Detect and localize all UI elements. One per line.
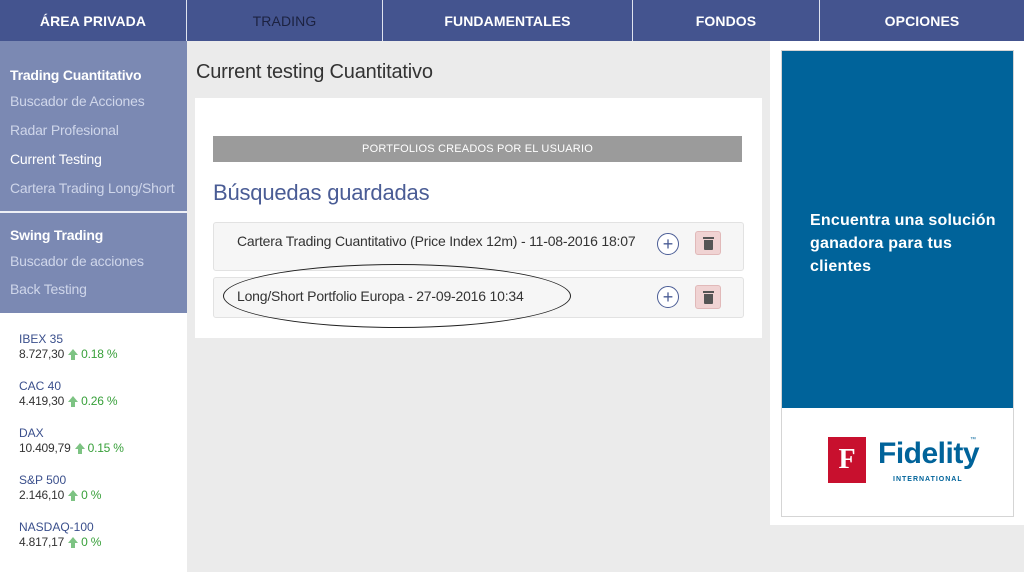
ticker-ibex35: IBEX 35 8.727,30 0.18 % [19, 332, 187, 362]
ticker-dax: DAX 10.409,79 0.15 % [19, 426, 187, 456]
trash-icon [702, 290, 714, 304]
fidelity-logo-text: Fidelity [878, 437, 980, 470]
arrow-up-icon [74, 442, 85, 454]
saved-searches-panel: PORTFOLIOS CREADOS POR EL USUARIO Búsque… [195, 98, 762, 338]
tab-fondos[interactable]: FONDOS [633, 0, 820, 41]
sidebar-item-current-testing[interactable]: Current Testing [10, 145, 187, 174]
tab-area-privada[interactable]: ÁREA PRIVADA [0, 0, 187, 41]
ticker-change: 0 % [81, 488, 102, 502]
add-icon[interactable]: + [657, 233, 679, 255]
ad-headline: Encuentra una solución ganadora para tus… [810, 212, 996, 275]
sidebar-menu: Trading Cuantitativo Buscador de Accione… [0, 41, 187, 313]
tab-opciones[interactable]: OPCIONES [820, 0, 1024, 41]
market-tickers: IBEX 35 8.727,30 0.18 % CAC 40 4.419,30 0.… [0, 313, 187, 550]
ticker-value: 4.419,30 [19, 394, 65, 408]
arrow-up-icon [68, 395, 79, 407]
saved-search-label[interactable]: Cartera Trading Cuantitativo (Price Inde… [237, 234, 637, 249]
ticker-name[interactable]: NASDAQ-100 [19, 520, 187, 534]
arrow-up-icon [68, 536, 79, 548]
ticker-value: 8.727,30 [19, 347, 65, 361]
ticker-change: 0.26 % [81, 394, 118, 408]
fidelity-logo-icon: F [828, 437, 866, 483]
arrow-up-icon [68, 489, 79, 501]
top-nav: ÁREA PRIVADA TRADING FUNDAMENTALES FONDO… [0, 0, 1024, 41]
ticker-name[interactable]: S&P 500 [19, 473, 187, 487]
fidelity-logo-subtitle: INTERNATIONAL [893, 476, 963, 483]
ad-banner[interactable]: Encuentra una solución ganadora para tus… [781, 50, 1014, 517]
sidebar-item-radar-profesional[interactable]: Radar Profesional [10, 116, 187, 145]
ticker-value: 4.817,17 [19, 535, 65, 549]
ticker-change: 0 % [81, 535, 102, 549]
ticker-name[interactable]: CAC 40 [19, 379, 187, 393]
sidebar-item-buscador-acciones[interactable]: Buscador de Acciones [10, 87, 187, 116]
saved-search-label[interactable]: Long/Short Portfolio Europa - 27-09-2016… [237, 289, 524, 304]
ticker-change: 0.18 % [81, 347, 118, 361]
arrow-up-icon [68, 348, 79, 360]
ticker-name[interactable]: DAX [19, 426, 187, 440]
sidebar-heading-trading-cuantitativo[interactable]: Trading Cuantitativo [10, 63, 187, 87]
ticker-name[interactable]: IBEX 35 [19, 332, 187, 346]
page-title: Current testing Cuantitativo [196, 61, 433, 83]
sidebar-group-swing-trading: Swing Trading Buscador de acciones Back … [0, 211, 187, 313]
tab-trading[interactable]: TRADING [187, 0, 383, 41]
ticker-value: 10.409,79 [19, 441, 71, 455]
saved-search-row: Long/Short Portfolio Europa - 27-09-2016… [213, 277, 744, 318]
tab-fundamentales[interactable]: FUNDAMENTALES [383, 0, 633, 41]
ticker-nasdaq100: NASDAQ-100 4.817,17 0 % [19, 520, 187, 550]
ticker-cac40: CAC 40 4.419,30 0.26 % [19, 379, 187, 409]
ticker-value: 2.146,10 [19, 488, 65, 502]
sidebar-item-back-testing[interactable]: Back Testing [10, 275, 187, 303]
advertisement: Encuentra una solución ganadora para tus… [770, 41, 1024, 525]
delete-button[interactable] [695, 231, 721, 255]
sidebar: Trading Cuantitativo Buscador de Accione… [0, 41, 187, 572]
delete-button[interactable] [695, 285, 721, 309]
trademark-symbol: ™ [970, 437, 976, 443]
ticker-sp500: S&P 500 2.146,10 0 % [19, 473, 187, 503]
add-icon[interactable]: + [657, 286, 679, 308]
portfolios-banner: PORTFOLIOS CREADOS POR EL USUARIO [213, 136, 742, 162]
saved-search-row: Cartera Trading Cuantitativo (Price Inde… [213, 222, 744, 271]
trash-icon [702, 236, 714, 250]
sidebar-heading-swing-trading[interactable]: Swing Trading [10, 223, 187, 247]
ticker-change: 0.15 % [87, 441, 124, 455]
sidebar-item-cartera-long-short[interactable]: Cartera Trading Long/Short [10, 174, 187, 203]
sidebar-item-buscador-acciones-swing[interactable]: Buscador de acciones [10, 247, 187, 275]
saved-searches-title: Búsquedas guardadas [213, 180, 430, 205]
sidebar-group-trading-cuantitativo: Trading Cuantitativo Buscador de Accione… [0, 41, 187, 211]
